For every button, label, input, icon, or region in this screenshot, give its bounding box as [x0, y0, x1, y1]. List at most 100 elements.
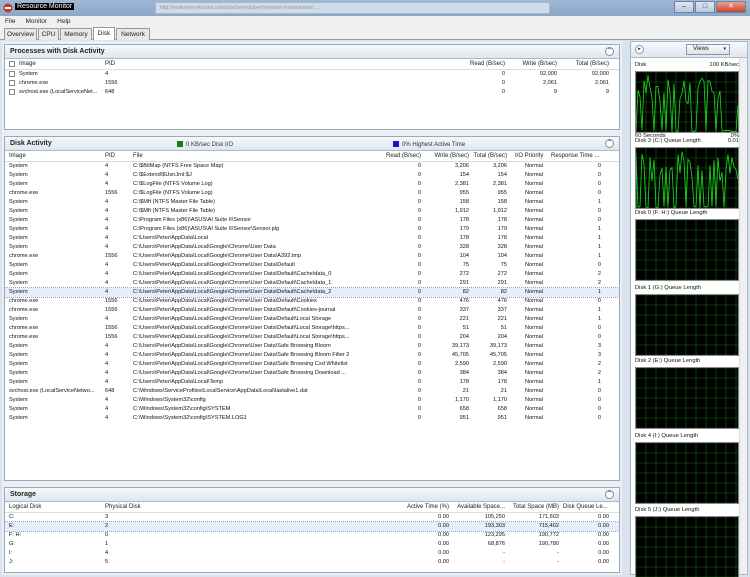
- tab-overview[interactable]: Overview: [4, 28, 37, 40]
- cell-logical-disk: J:: [9, 559, 14, 565]
- table-row[interactable]: System 4 C:\$LogFile (NTFS Volume Log) 0 2,3…: [5, 180, 619, 189]
- col-io-priority[interactable]: I/O Priority: [515, 153, 543, 159]
- col-pid[interactable]: PID: [105, 61, 115, 67]
- cell-image: System: [9, 244, 28, 250]
- menu-file[interactable]: File: [0, 16, 20, 25]
- table-row[interactable]: System 4 C:\Users\Peter\AppData\Local\Goog…: [5, 360, 619, 369]
- cell-io-priority: Normal: [525, 352, 544, 358]
- close-button[interactable]: ✕: [716, 1, 746, 13]
- cell-read: 0: [417, 388, 421, 394]
- col-response-time[interactable]: Response Time ...: [551, 153, 599, 159]
- col-available-space[interactable]: Available Space...: [451, 504, 505, 510]
- col-write[interactable]: Write (B/sec): [421, 153, 469, 159]
- graph-canvas: [635, 516, 739, 577]
- storage-header[interactable]: Storage ⌃: [5, 488, 619, 502]
- table-row[interactable]: chrome.exe 1556 C:\Users\Peter\AppData\Loc…: [5, 324, 619, 333]
- table-row[interactable]: System 4 C:\Program Files (x86)\ASUS\AI Su…: [5, 216, 619, 225]
- table-row[interactable]: chrome.exe 1556 C:\Users\Peter\AppData\Loc…: [5, 252, 619, 261]
- table-row[interactable]: chrome.exe 1556 C:\$LogFile (NTFS Volume L…: [5, 189, 619, 198]
- col-physical-disk[interactable]: Physical Disk: [105, 504, 141, 510]
- cell-read: 0: [417, 397, 421, 403]
- row-checkbox[interactable]: [9, 71, 15, 77]
- table-row[interactable]: System 4 C:\Users\Peter\AppData\Local\Goog…: [5, 287, 619, 298]
- cell-read: 0: [501, 80, 505, 86]
- table-row[interactable]: System 4 C:\Windows\System32\config\SYSTEM…: [5, 405, 619, 414]
- table-row[interactable]: System 4 C:\Users\Peter\AppData\Local\Goog…: [5, 279, 619, 288]
- row-checkbox[interactable]: [9, 80, 15, 86]
- col-file[interactable]: File: [133, 153, 143, 159]
- table-row[interactable]: System 4 C:\Users\Peter\AppData\Local\Goog…: [5, 243, 619, 252]
- storage-section: Storage ⌃ Logical Disk Physical Disk Act…: [4, 487, 620, 573]
- col-total-space[interactable]: Total Space (MB): [505, 504, 559, 510]
- table-row[interactable]: J: 5 0.00- -0.00: [5, 558, 619, 567]
- tab-network[interactable]: Network: [116, 28, 150, 40]
- col-total[interactable]: Total (B/sec): [469, 153, 507, 159]
- graph-panel-scrollbar[interactable]: [739, 58, 747, 574]
- table-row[interactable]: System 4 C:\$Mft (NTFS Master File Table) 0…: [5, 207, 619, 216]
- table-row[interactable]: System 4 C:\Users\Peter\AppData\Local\Goog…: [5, 261, 619, 270]
- collapse-icon[interactable]: ⌃: [605, 490, 614, 499]
- table-row[interactable]: G: 1 0.00 68,876 190,780 0.00: [5, 540, 619, 549]
- cell-io-priority: Normal: [525, 262, 544, 268]
- cell-disk-queue: 0.00: [598, 559, 609, 565]
- tab-disk[interactable]: Disk: [93, 27, 115, 40]
- tab-memory[interactable]: Memory: [60, 28, 92, 40]
- table-row[interactable]: chrome.exe 1556 0 2,061 2,061: [5, 79, 619, 88]
- table-row[interactable]: svchost.exe (LocalServiceNetwo... 648 C:\W…: [5, 387, 619, 396]
- cell-active-time: 0.00: [438, 514, 449, 520]
- cell-response-time: 0: [597, 415, 601, 421]
- menu-monitor[interactable]: Monitor: [20, 16, 52, 25]
- cell-read: 0: [417, 379, 421, 385]
- col-disk-queue[interactable]: Disk Queue Le...: [563, 504, 608, 510]
- table-row[interactable]: I: 4 0.00- -0.00: [5, 549, 619, 558]
- table-row[interactable]: System 4 C:\Users\Peter\AppData\Local 0 178 1…: [5, 234, 619, 243]
- table-row[interactable]: System 4 C:\Users\Peter\AppData\Local\Goog…: [5, 351, 619, 360]
- table-row[interactable]: System 4 C:\$Mft (NTFS Master File Table) 0…: [5, 198, 619, 207]
- cell-total: 178: [497, 217, 507, 223]
- table-row[interactable]: F: H: 0 0.00 123,295 190,772 0.00: [5, 531, 619, 540]
- tab-cpu[interactable]: CPU: [38, 28, 59, 40]
- views-dropdown[interactable]: Views ▾: [686, 44, 730, 55]
- col-logical-disk[interactable]: Logical Disk: [9, 504, 41, 510]
- minimize-button[interactable]: –: [674, 1, 694, 13]
- menu-help[interactable]: Help: [52, 16, 75, 25]
- table-row[interactable]: E: 2 0.00 193,303 715,402 0.00: [5, 521, 619, 532]
- maximize-button[interactable]: □: [695, 1, 715, 13]
- col-read[interactable]: Read (B/sec): [425, 61, 505, 67]
- cell-file: C:\Users\Peter\AppData\Local\Google\Chro…: [133, 352, 350, 358]
- table-row[interactable]: System 4 C:\Users\Peter\AppData\Local\Goog…: [5, 270, 619, 279]
- col-write[interactable]: Write (B/sec): [505, 61, 557, 67]
- table-row[interactable]: chrome.exe 1556 C:\Users\Peter\AppData\Loc…: [5, 333, 619, 342]
- col-image[interactable]: Image: [19, 61, 36, 67]
- cell-read: 0: [417, 316, 421, 322]
- table-row[interactable]: C: 3 0.00 105,250 171,603 0.00: [5, 513, 619, 522]
- col-read[interactable]: Read (B/sec): [375, 153, 421, 159]
- col-pid[interactable]: PID: [105, 153, 115, 159]
- disk-activity-header[interactable]: Disk Activity 0 KB/sec Disk I/O 0% Highe…: [5, 137, 619, 151]
- table-row[interactable]: svchost.exe (LocalServiceNet... 648 0 9 9: [5, 88, 619, 97]
- cell-file: C:\$Mft (NTFS Master File Table): [133, 208, 215, 214]
- table-row[interactable]: System 4 C:\Users\Peter\AppData\Local\Temp…: [5, 378, 619, 387]
- table-row[interactable]: System 4 C:\Windows\System32\config 0 1,170 1…: [5, 396, 619, 405]
- collapse-icon[interactable]: ⌃: [605, 47, 614, 56]
- select-all-checkbox[interactable]: [9, 61, 15, 67]
- table-row[interactable]: System 4 C:\Program Files (x86)\ASUS\AI Su…: [5, 225, 619, 234]
- col-active-time[interactable]: Active Time (%): [395, 504, 449, 510]
- table-row[interactable]: System 4 C:\Users\Peter\AppData\Local\Goog…: [5, 315, 619, 324]
- cell-image: System: [9, 181, 28, 187]
- table-row[interactable]: chrome.exe 1556 C:\Users\Peter\AppData\Loc…: [5, 297, 619, 306]
- table-row[interactable]: System 4 C:\Windows\System32\config\SYSTEM…: [5, 414, 619, 423]
- processes-header[interactable]: Processes with Disk Activity ⌃: [5, 45, 619, 59]
- table-row[interactable]: chrome.exe 1556 C:\Users\Peter\AppData\Loc…: [5, 306, 619, 315]
- col-total[interactable]: Total (B/sec): [559, 61, 609, 67]
- collapse-icon[interactable]: ⌃: [605, 139, 614, 148]
- table-row[interactable]: System 4 C:\Users\Peter\AppData\Local\Goog…: [5, 342, 619, 351]
- col-image[interactable]: Image: [9, 153, 26, 159]
- disk-activity-rows: System 4 C:\$BitMap (NTFS Free Space Map) 0…: [5, 162, 619, 423]
- table-row[interactable]: System 4 C:\Users\Peter\AppData\Local\Goog…: [5, 369, 619, 378]
- table-row[interactable]: System 4 C:\$BitMap (NTFS Free Space Map) 0…: [5, 162, 619, 171]
- table-row[interactable]: System 4 C:\$Extend\$UsnJrnl:$J 0 154 154 Norm…: [5, 171, 619, 180]
- table-row[interactable]: System 4 0 92,000 92,000: [5, 70, 619, 79]
- row-checkbox[interactable]: [9, 89, 15, 95]
- expand-panel-icon[interactable]: ▸: [635, 45, 644, 54]
